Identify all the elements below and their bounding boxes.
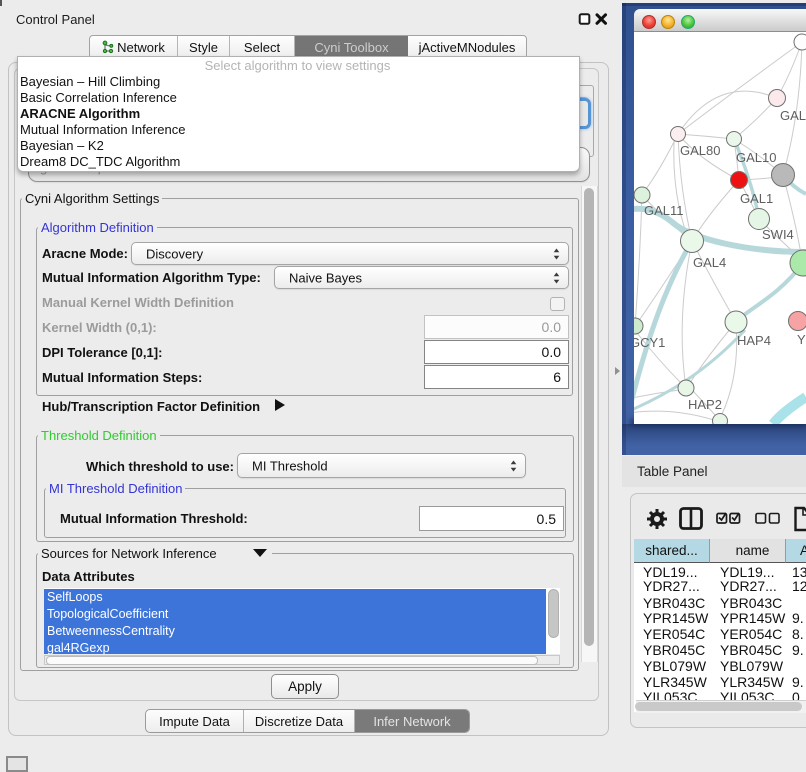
svg-text:GAL80: GAL80	[680, 143, 720, 158]
svg-text:HAP2: HAP2	[688, 397, 722, 412]
svg-text:GAL4: GAL4	[693, 255, 726, 270]
svg-text:Y: Y	[797, 332, 806, 347]
svg-text:GAL1: GAL1	[740, 191, 773, 206]
svg-text:SWI4: SWI4	[762, 227, 794, 242]
svg-text:GAL11: GAL11	[644, 203, 684, 218]
svg-text:GAL10: GAL10	[736, 150, 776, 165]
svg-text:GCY1: GCY1	[634, 335, 665, 350]
svg-text:HAP4: HAP4	[737, 333, 771, 348]
svg-text:GAL: GAL	[780, 108, 806, 123]
